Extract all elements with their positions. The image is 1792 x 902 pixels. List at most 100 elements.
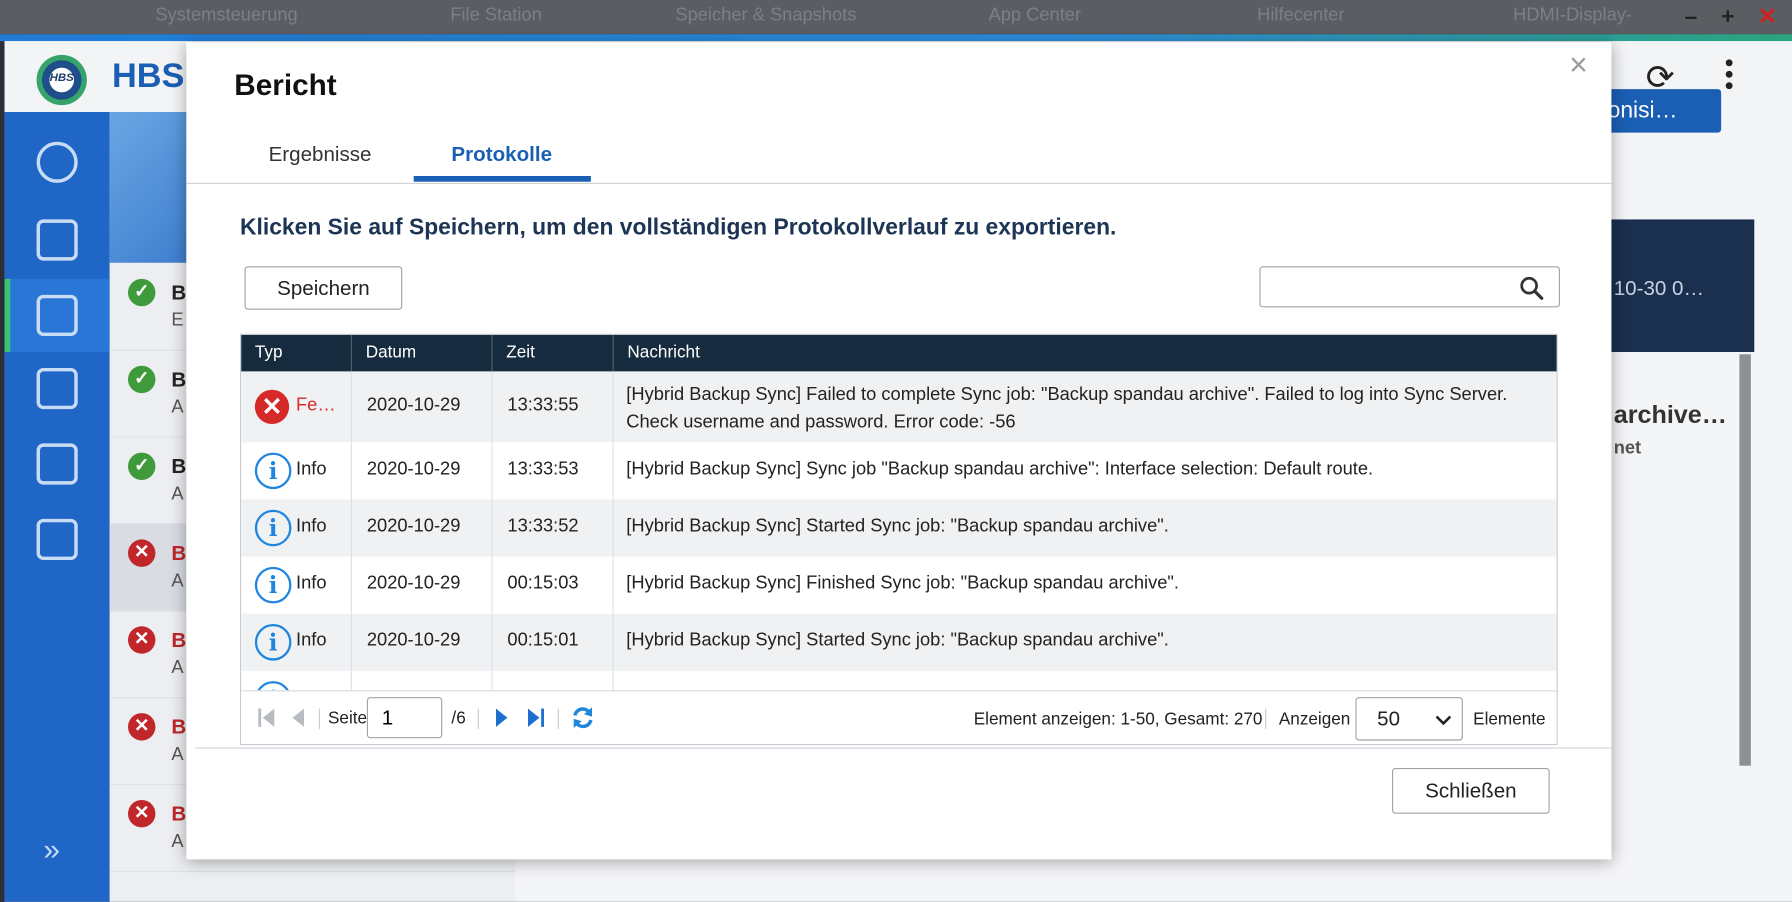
accent-strip — [0, 34, 1792, 42]
list-item-title: B — [171, 541, 187, 565]
items-label: Elemente — [1473, 709, 1546, 730]
table-row[interactable]: i Info 2020-10-29 00:15:01 [Hybrid Backu… — [241, 613, 1557, 671]
time-cell: 00:15:01 — [493, 613, 614, 671]
page-size-select[interactable]: 50 — [1355, 697, 1463, 741]
dashboard-icon[interactable] — [36, 141, 78, 183]
list-item-sub: E — [171, 310, 184, 331]
taskbar-item-hilfecenter[interactable]: Hilfecenter — [1257, 6, 1344, 27]
close-button[interactable]: Schließen — [1391, 767, 1550, 814]
restore-icon[interactable] — [36, 367, 78, 410]
time-cell: 13:33:53 — [493, 442, 614, 500]
time-cell: 13:33:52 — [493, 499, 614, 557]
window-close-button[interactable]: ✕ — [1758, 6, 1777, 29]
error-icon: ✕ — [127, 626, 156, 654]
app-name: HBS — [111, 57, 185, 95]
type-cell: ✕ Fe… — [241, 371, 352, 443]
backup-icon[interactable] — [36, 219, 78, 261]
detail-title: archive… — [1613, 399, 1727, 429]
taskbar-item-file-station[interactable]: File Station — [450, 6, 541, 27]
list-item-sub: A — [171, 745, 184, 765]
taskbar-item-speicher[interactable]: Speicher & Snapshots — [675, 6, 856, 27]
detail-scrollbar[interactable] — [1739, 354, 1751, 766]
more-options-icon[interactable] — [1725, 59, 1733, 93]
tab-protokolle[interactable]: Protokolle — [451, 143, 552, 167]
date-cell: 2020-10-29 — [352, 556, 493, 614]
table-pager: Seite /6 Element anzeigen: 1-50, Gesa — [241, 690, 1557, 744]
hbs-logo-icon: HBS — [36, 54, 87, 106]
search-input[interactable] — [1267, 271, 1512, 304]
page-size-value: 50 — [1377, 707, 1401, 731]
app-sidebar: » — [4, 111, 110, 902]
reload-icon[interactable] — [570, 705, 595, 730]
type-label: Info — [295, 459, 327, 479]
taskbar-item-hdmi[interactable]: HDMI-Display- — [1513, 6, 1632, 27]
pager-summary: Element anzeigen: 1-50, Gesamt: 270 — [973, 709, 1263, 730]
page-label: Seite — [327, 708, 368, 728]
storage-icon[interactable] — [36, 443, 78, 485]
footer-divider — [195, 747, 1612, 749]
info-icon: i — [254, 681, 292, 691]
column-nachricht[interactable]: Nachricht — [614, 335, 1557, 372]
success-icon: ✓ — [127, 365, 156, 394]
message-cell: [Hybrid Backup Sync] Failed to complete … — [626, 385, 1508, 432]
table-row[interactable]: i — [241, 670, 1556, 691]
total-pages: /6 — [451, 708, 466, 728]
list-item-title: B — [171, 802, 187, 826]
type-label: Info — [295, 516, 327, 536]
show-label: Anzeigen — [1278, 709, 1351, 730]
close-icon[interactable]: × — [1569, 47, 1588, 84]
sync-icon[interactable] — [36, 294, 78, 336]
save-button[interactable]: Speichern — [244, 266, 403, 310]
minimize-button[interactable]: – — [1685, 6, 1698, 29]
chevron-down-icon — [1435, 715, 1452, 726]
type-cell: i Info — [241, 613, 352, 671]
table-row[interactable]: ✕ Fe… 2020-10-29 13:33:55 [Hybrid Backup… — [241, 371, 1557, 443]
type-label: Fe… — [295, 395, 336, 415]
list-item-title: B — [171, 367, 187, 391]
date-cell: 2020-10-29 — [352, 613, 493, 671]
export-hint: Klicken Sie auf Speichern, um den vollst… — [239, 214, 1117, 240]
type-label: Info — [295, 630, 327, 651]
list-item-sub: A — [171, 484, 184, 504]
table-row[interactable]: i Info 2020-10-29 13:33:53 [Hybrid Backu… — [241, 442, 1556, 500]
detail-date: 10-30 0… — [1613, 276, 1705, 300]
column-typ[interactable]: Typ — [241, 334, 352, 372]
message-cell: [Hybrid Backup Sync] Started Sync job: "… — [626, 516, 1169, 536]
time-cell: 00:15:03 — [493, 556, 614, 614]
maximize-button[interactable]: + — [1721, 6, 1734, 29]
system-taskbar: Systemsteuerung File Station Speicher & … — [0, 0, 1792, 35]
error-icon: ✕ — [127, 713, 156, 741]
detail-subtitle: net — [1613, 438, 1642, 459]
error-icon: ✕ — [127, 799, 156, 828]
date-cell: 2020-10-29 — [352, 371, 493, 443]
taskbar-item-app-center[interactable]: App Center — [989, 6, 1082, 27]
column-zeit[interactable]: Zeit — [493, 334, 614, 372]
success-icon: ✓ — [127, 452, 156, 480]
last-page-icon[interactable] — [527, 707, 545, 728]
info-icon: i — [254, 623, 292, 661]
column-datum[interactable]: Datum — [352, 334, 493, 372]
page-number-input[interactable] — [366, 697, 443, 739]
active-tab-indicator — [413, 175, 591, 182]
dialog-title: Bericht — [234, 67, 337, 102]
table-row[interactable]: i Info 2020-10-29 13:33:52 [Hybrid Backu… — [241, 499, 1557, 557]
list-item-title: B — [171, 628, 187, 652]
error-icon: ✕ — [127, 539, 156, 567]
prev-page-icon[interactable] — [291, 707, 305, 728]
tab-ergebnisse[interactable]: Ergebnisse — [269, 143, 372, 167]
next-page-icon[interactable] — [495, 707, 509, 728]
logs-icon[interactable] — [36, 518, 78, 560]
taskbar-item-systemsteuerung[interactable]: Systemsteuerung — [155, 6, 297, 27]
type-cell: i Info — [241, 442, 352, 500]
dialog-tabs: Ergebnisse Protokolle — [186, 134, 1612, 184]
first-page-icon[interactable] — [257, 707, 275, 728]
table-row[interactable]: i Info 2020-10-29 00:15:03 [Hybrid Backu… — [241, 556, 1556, 614]
date-cell — [352, 670, 493, 691]
info-icon: i — [254, 566, 292, 604]
message-cell: [Hybrid Backup Sync] Finished Sync job: … — [626, 573, 1179, 594]
type-cell: i — [241, 670, 352, 691]
expand-sidebar-icon[interactable]: » — [43, 832, 60, 867]
search-icon[interactable] — [1519, 275, 1544, 300]
time-cell: 13:33:55 — [493, 371, 614, 443]
pager-divider — [477, 708, 479, 730]
